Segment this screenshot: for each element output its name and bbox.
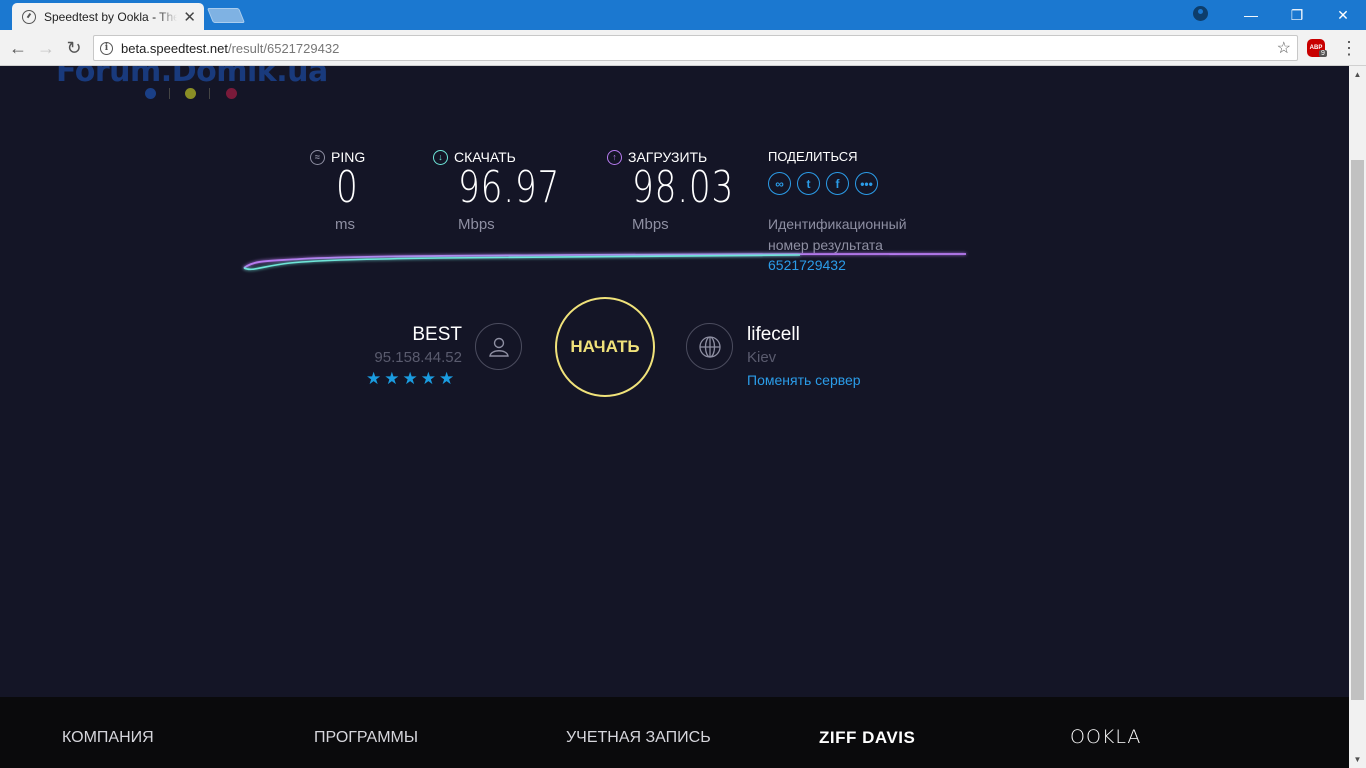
- upload-unit: Mbps: [632, 216, 669, 233]
- page-footer: КОМПАНИЯ ПРОГРАММЫ УЧЕТНАЯ ЗАПИСЬ ZIFF D…: [0, 697, 1349, 768]
- rating-star-icon: ★: [402, 369, 418, 388]
- site-info-icon[interactable]: i: [100, 41, 113, 55]
- scroll-down-arrow-icon[interactable]: ▼: [1349, 751, 1366, 768]
- speedtest-favicon-icon: [22, 9, 36, 24]
- watermark-dot-blue: [145, 88, 156, 99]
- user-icon: [475, 323, 522, 370]
- speed-graph: [243, 253, 967, 271]
- minimize-button[interactable]: —: [1228, 0, 1274, 30]
- upload-arrow-icon: ↑: [607, 149, 622, 165]
- url-path: /result/6521729432: [227, 40, 340, 56]
- scroll-thumb[interactable]: [1351, 160, 1364, 700]
- window-controls: — ❐ ✕: [1228, 0, 1366, 30]
- isp-rating: ★ ★ ★ ★ ★: [366, 369, 454, 389]
- rating-star-icon: ★: [366, 369, 382, 388]
- speedtest-page: Forum.Domik.ua ≈ PING 0 ms ↓ СКАЧАТЬ 96.…: [0, 66, 1349, 768]
- bookmark-star-icon[interactable]: ☆: [1277, 38, 1291, 58]
- tab-title: Speedtest by Ookla - The: [44, 9, 178, 24]
- forward-button[interactable]: →: [34, 36, 58, 60]
- share-facebook-icon[interactable]: f: [826, 172, 849, 195]
- address-bar[interactable]: i beta.speedtest.net/result/6521729432 ☆: [93, 35, 1298, 61]
- globe-icon: [686, 323, 733, 370]
- share-twitter-icon[interactable]: t: [797, 172, 820, 195]
- share-more-icon[interactable]: •••: [855, 172, 878, 195]
- footer-company-link[interactable]: КОМПАНИЯ: [62, 729, 154, 747]
- restore-button[interactable]: ❐: [1274, 0, 1320, 30]
- rating-star-icon: ★: [384, 369, 400, 388]
- download-arrow-icon: ↓: [433, 149, 448, 165]
- ping-value: 0: [336, 162, 359, 213]
- download-unit: Mbps: [458, 216, 495, 233]
- watermark-dot-red: [226, 88, 237, 99]
- back-button[interactable]: ←: [6, 36, 30, 60]
- watermark-logo: Forum.Domik.ua: [56, 66, 328, 89]
- rating-star-icon: ★: [439, 369, 455, 388]
- url-host: beta.speedtest.net: [121, 40, 228, 56]
- watermark-text: Forum.Domik.ua: [56, 66, 328, 89]
- browser-titlebar: Speedtest by Ookla - The ✕ — ❐ ✕: [0, 0, 1366, 30]
- browser-menu-icon[interactable]: ⋮: [1340, 38, 1358, 59]
- server-city: Kiev: [747, 349, 777, 366]
- watermark-dot-yellow: [185, 88, 196, 99]
- watermark-separator: [209, 88, 210, 99]
- share-title: ПОДЕЛИТЬСЯ: [768, 149, 858, 164]
- new-tab-button[interactable]: [206, 8, 246, 23]
- isp-name: BEST: [412, 324, 462, 345]
- change-server-link[interactable]: Поменять сервер: [747, 372, 861, 388]
- share-link-icon[interactable]: ∞: [768, 172, 791, 195]
- watermark-separator: [169, 88, 170, 99]
- upload-value: 98.03: [632, 162, 735, 213]
- page-scrollbar[interactable]: ▲ ▼: [1349, 66, 1366, 768]
- start-test-button[interactable]: НАЧАТЬ: [555, 297, 655, 397]
- ziff-davis-logo[interactable]: ZIFF DAVIS: [819, 728, 915, 748]
- isp-ip: 95.158.44.52: [374, 349, 462, 366]
- profile-icon[interactable]: [1193, 6, 1208, 21]
- ookla-logo[interactable]: OOKLA: [1070, 726, 1141, 748]
- server-name: lifecell: [747, 324, 800, 345]
- adblock-count-badge: 9: [1319, 50, 1327, 57]
- tab-close-icon[interactable]: ✕: [183, 8, 196, 26]
- browser-toolbar: ← → ↻ i beta.speedtest.net/result/652172…: [0, 30, 1366, 66]
- reload-button[interactable]: ↻: [62, 36, 86, 60]
- close-window-button[interactable]: ✕: [1320, 0, 1366, 30]
- browser-tab[interactable]: Speedtest by Ookla - The ✕: [12, 3, 204, 30]
- share-icons: ∞ t f •••: [768, 172, 878, 195]
- ping-unit: ms: [335, 216, 355, 233]
- download-value: 96.97: [458, 162, 561, 213]
- rating-star-icon: ★: [420, 369, 436, 388]
- footer-apps-link[interactable]: ПРОГРАММЫ: [314, 729, 418, 747]
- ping-icon: ≈: [310, 149, 325, 165]
- scroll-up-arrow-icon[interactable]: ▲: [1349, 66, 1366, 83]
- footer-account-link[interactable]: УЧЕТНАЯ ЗАПИСЬ: [566, 729, 711, 747]
